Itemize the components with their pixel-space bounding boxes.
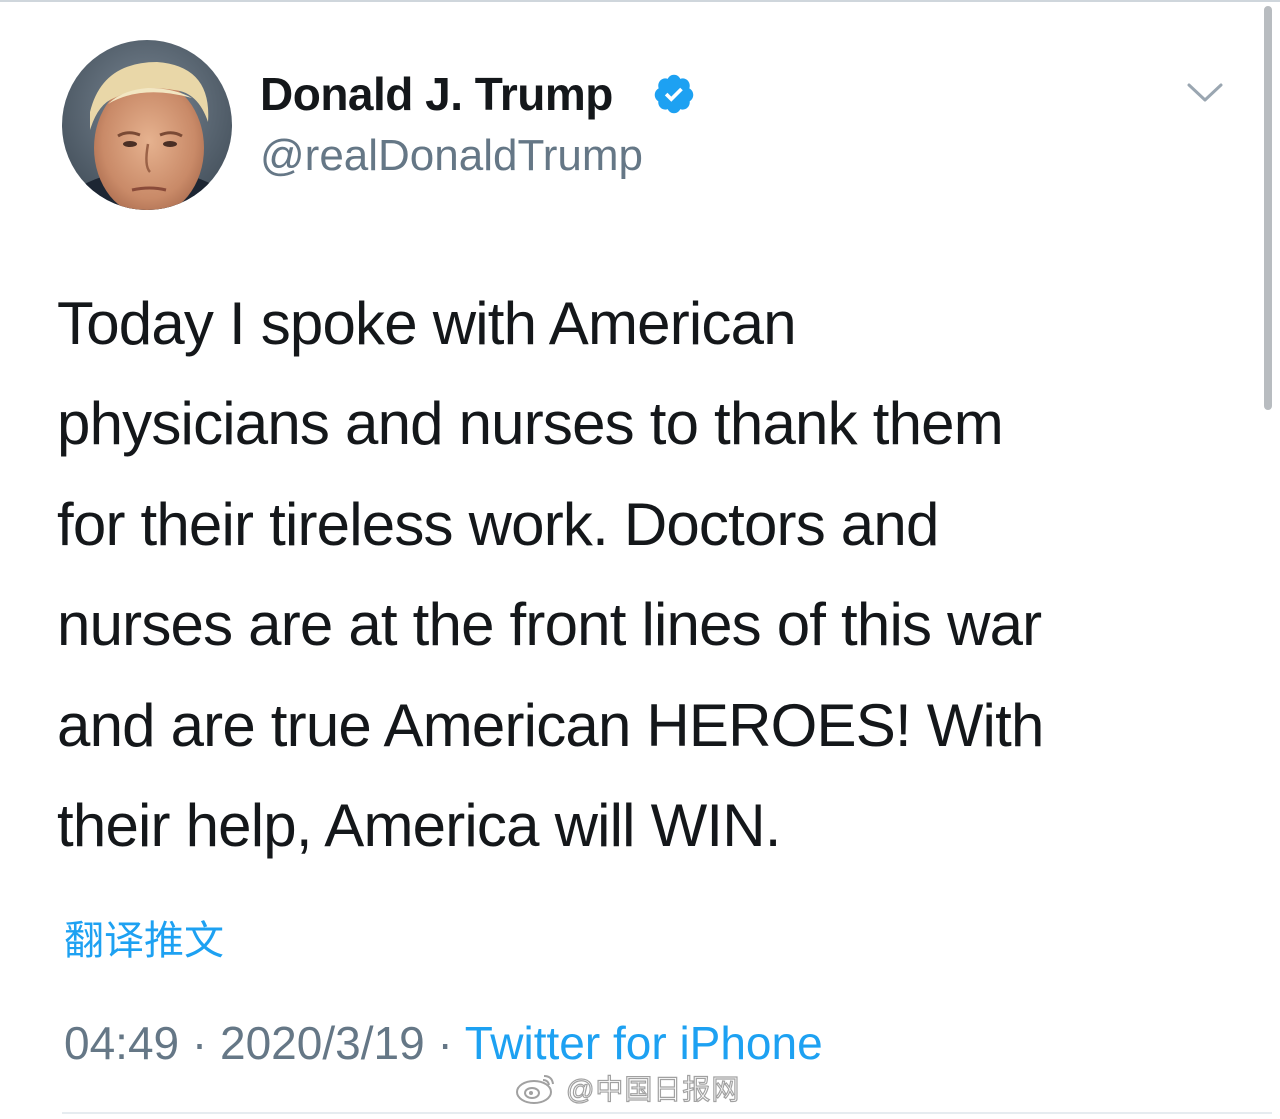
verified-badge-icon	[654, 74, 694, 114]
weibo-logo-icon	[516, 1075, 554, 1104]
translate-tweet-link[interactable]: 翻译推文	[64, 914, 224, 968]
tweet-text-line: for their tireless work. Doctors and	[57, 490, 939, 558]
bottom-divider	[62, 1112, 1272, 1114]
top-border	[0, 0, 1280, 2]
scrollbar[interactable]	[1264, 6, 1272, 410]
author-handle[interactable]: @realDonaldTrump	[260, 128, 643, 184]
meta-separator: ·	[437, 1017, 465, 1069]
tweet-text-line: physicians and nurses to thank them	[57, 390, 1004, 458]
tweet-text-line: Today I spoke with American	[57, 290, 797, 357]
tweet-time: 04:49	[64, 1017, 180, 1069]
tweet-text-line: and are true American HEROES! With	[57, 691, 1044, 759]
tweet-source-link[interactable]: Twitter for iPhone	[465, 1017, 823, 1069]
tweet-date[interactable]: 2020/3/19	[220, 1017, 425, 1069]
avatar[interactable]	[62, 40, 232, 210]
watermark-text: @中国日报网	[565, 1073, 741, 1105]
tweet-text-line: their help, America will WIN.	[57, 792, 781, 860]
tweet-meta: 04:49 · 2020/3/19 · Twitter for iPhone	[64, 1014, 823, 1072]
tweet-text: Today I spoke with American physicians a…	[57, 274, 1247, 876]
author-display-name[interactable]: Donald J. Trump	[260, 66, 613, 122]
chevron-down-icon[interactable]	[1186, 80, 1224, 106]
avatar-image	[62, 40, 232, 210]
meta-separator: ·	[191, 1017, 221, 1069]
watermark: @中国日报网	[514, 1068, 740, 1108]
tweet-text-line: nurses are at the front lines of this wa…	[57, 591, 1042, 659]
